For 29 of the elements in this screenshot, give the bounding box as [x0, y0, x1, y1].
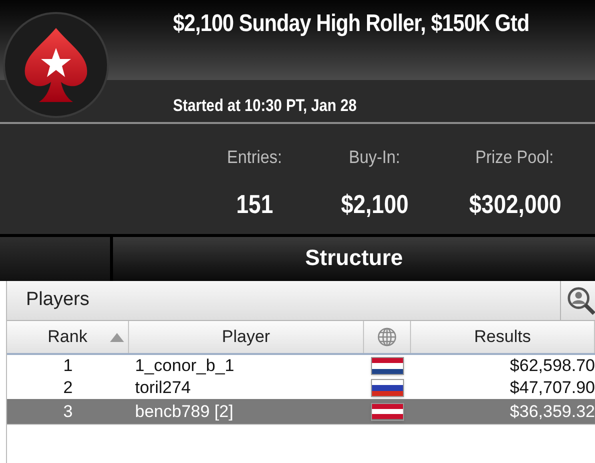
- globe-icon: [377, 327, 397, 347]
- stat-label: Prize Pool:: [476, 146, 554, 169]
- player-search-button[interactable]: [560, 281, 595, 320]
- table-row[interactable]: 1 1_conor_b_1 $62,598.70: [7, 355, 595, 377]
- stat-value: 151: [236, 188, 274, 221]
- result-cell-text: $47,707.90: [508, 377, 595, 400]
- column-header[interactable]: Player: [129, 321, 364, 353]
- start-time: Started at 10:30 PT, Jan 28: [173, 95, 358, 117]
- panel-title: Players: [25, 288, 90, 312]
- stat-value: $302,000: [468, 188, 562, 221]
- rank-cell-text: 3: [62, 400, 74, 423]
- rank-cell-text: 2: [62, 377, 74, 400]
- sort-arrow-icon: [110, 333, 124, 342]
- tab[interactable]: Structure: [113, 237, 595, 281]
- table-row[interactable]: 2 toril274 $47,707.90: [7, 377, 595, 399]
- search-icon: [567, 286, 595, 316]
- table-row[interactable]: 3 bencb789 [2] $36,359.32: [7, 399, 595, 424]
- rank-cell-text: 1: [62, 355, 74, 378]
- player-cell-text: 1_conor_b_1: [134, 355, 236, 378]
- stat-label: Entries:: [228, 146, 282, 169]
- column-header[interactable]: Results: [411, 321, 595, 353]
- tournament-title: $2,100 Sunday High Roller, $150K Gtd: [173, 9, 530, 39]
- result-cell-text: $36,359.32: [508, 400, 595, 423]
- player-cell-text: toril274: [134, 377, 192, 400]
- stat-label: Buy-In:: [349, 146, 401, 169]
- result-cell-text: $62,598.70: [508, 355, 595, 378]
- column-header[interactable]: Rank: [7, 321, 129, 353]
- stat-value: $2,100: [341, 188, 409, 221]
- player-cell-text: bencb789 [2]: [134, 400, 234, 423]
